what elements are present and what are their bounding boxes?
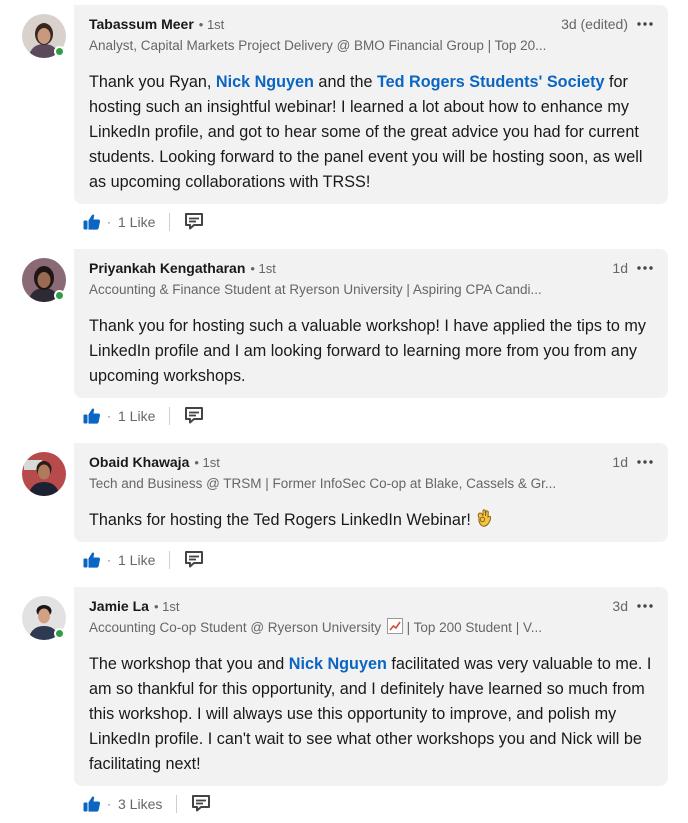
divider xyxy=(176,795,178,813)
comment-time: 1d xyxy=(612,454,628,470)
connection-degree: • 1st xyxy=(194,455,220,470)
commenter-name[interactable]: Priyankah Kengatharan xyxy=(89,260,245,276)
commenter-headline: Analyst, Capital Markets Project Deliver… xyxy=(89,38,547,53)
like-count[interactable]: 3 Likes xyxy=(118,796,162,812)
divider xyxy=(169,551,171,569)
online-status-dot xyxy=(54,628,65,639)
avatar[interactable] xyxy=(22,596,66,640)
comment-text: Thank you Ryan, Nick Nguyen and the Ted … xyxy=(89,73,643,191)
chart-increasing-emoji xyxy=(386,618,403,634)
comment-actions: · 1 Like xyxy=(82,210,206,234)
mention-link[interactable]: Nick Nguyen xyxy=(216,73,314,91)
comment-text: The workshop that you and Nick Nguyen fa… xyxy=(89,655,652,773)
commenter-headline: Tech and Business @ TRSM | Former InfoSe… xyxy=(89,476,557,491)
more-options-icon[interactable] xyxy=(634,598,656,614)
like-icon[interactable] xyxy=(82,212,102,232)
like-count[interactable]: 1 Like xyxy=(118,214,155,230)
comment-text: Thanks for hosting the Ted Rogers Linked… xyxy=(89,508,656,533)
commenter-name[interactable]: Jamie La xyxy=(89,598,149,614)
comment-actions: · 1 Like xyxy=(82,548,206,572)
more-options-icon[interactable] xyxy=(634,16,656,32)
commenter-name[interactable]: Obaid Khawaja xyxy=(89,454,189,470)
avatar[interactable] xyxy=(22,452,66,496)
comment-time: 1d xyxy=(612,260,628,276)
commenter-name[interactable]: Tabassum Meer xyxy=(89,16,194,32)
comment-bubble: Obaid Khawaja • 1st 1d Tech and Business… xyxy=(74,443,668,542)
ok-hand-emoji xyxy=(475,508,493,528)
comment-text: Thank you for hosting such a valuable wo… xyxy=(89,317,646,385)
reply-icon[interactable] xyxy=(184,406,206,426)
mention-link[interactable]: Nick Nguyen xyxy=(289,655,387,673)
online-status-dot xyxy=(54,290,65,301)
like-count[interactable]: 1 Like xyxy=(118,408,155,424)
comment-actions: · 3 Likes xyxy=(82,792,213,816)
comment-time: 3d (edited) xyxy=(561,16,628,32)
mention-link[interactable]: Ted Rogers Students' Society xyxy=(377,73,605,91)
reply-icon[interactable] xyxy=(184,212,206,232)
reply-icon[interactable] xyxy=(191,794,213,814)
reply-icon[interactable] xyxy=(184,550,206,570)
like-icon[interactable] xyxy=(82,794,102,814)
comment-time: 3d xyxy=(612,598,628,614)
connection-degree: • 1st xyxy=(198,17,225,32)
online-status-dot xyxy=(54,46,65,57)
commenter-headline: Accounting Co-op Student @ Ryerson Unive… xyxy=(89,618,542,635)
avatar[interactable] xyxy=(22,14,66,58)
more-options-icon[interactable] xyxy=(634,260,656,276)
divider xyxy=(169,213,171,231)
avatar[interactable] xyxy=(22,258,66,302)
like-count[interactable]: 1 Like xyxy=(118,552,155,568)
comment-bubble: Priyankah Kengatharan • 1st 1d Accountin… xyxy=(74,249,668,398)
divider xyxy=(169,407,171,425)
like-icon[interactable] xyxy=(82,550,102,570)
comment-bubble: Jamie La • 1st 3d Accounting Co-op Stude… xyxy=(74,587,668,786)
more-options-icon[interactable] xyxy=(634,454,656,470)
comment-bubble: Tabassum Meer • 1st 3d (edited) Analyst,… xyxy=(74,5,668,204)
comment-actions: · 1 Like xyxy=(82,404,206,428)
commenter-headline: Accounting & Finance Student at Ryerson … xyxy=(89,282,542,297)
connection-degree: • 1st xyxy=(250,261,276,276)
like-icon[interactable] xyxy=(82,406,102,426)
connection-degree: • 1st xyxy=(153,599,180,614)
